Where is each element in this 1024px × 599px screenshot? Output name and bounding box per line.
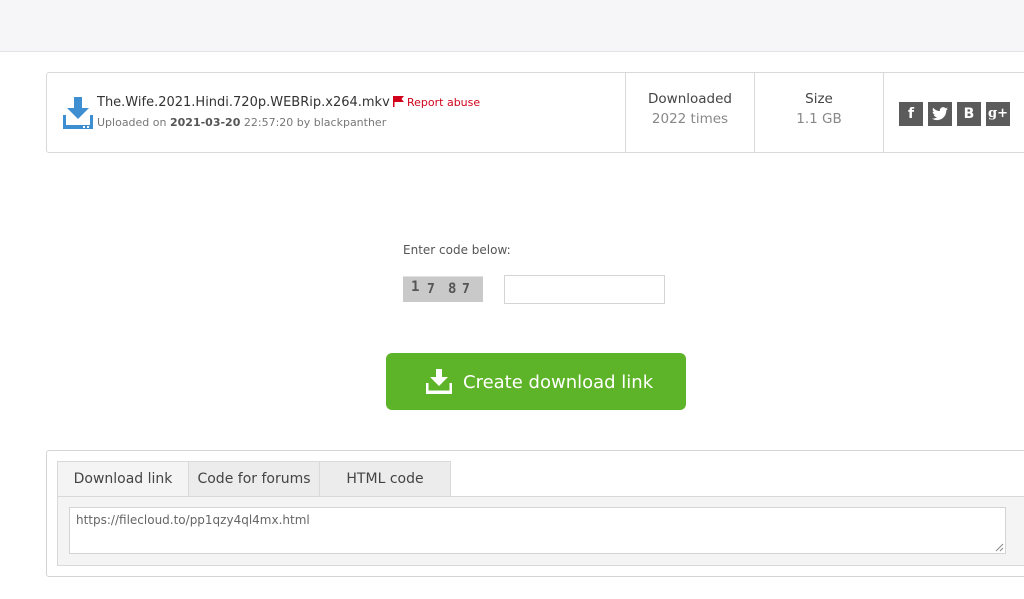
facebook-icon[interactable]: f	[899, 102, 923, 126]
flag-icon	[393, 96, 404, 107]
captcha-digit: 7	[462, 282, 470, 297]
vk-letter: B	[963, 106, 975, 122]
link-share-panel: Download link Code for forums HTML code …	[46, 450, 1024, 577]
social-share: f B g+	[883, 73, 1024, 152]
file-info-panel: The.Wife.2021.Hindi.720p.WEBRip.x264.mkv…	[46, 72, 1024, 153]
size-value: 1.1 GB	[796, 111, 842, 127]
vk-icon[interactable]: B	[957, 102, 981, 126]
report-abuse-label: Report abuse	[407, 96, 481, 109]
downloaded-stat: Downloaded 2022 times	[625, 73, 754, 152]
twitter-icon[interactable]	[928, 102, 952, 126]
create-download-link-button[interactable]: Create download link	[386, 353, 686, 410]
captcha-digit: 1	[411, 279, 420, 295]
captcha-digit: 7	[427, 282, 435, 297]
downloaded-label: Downloaded	[648, 91, 732, 107]
download-link-textarea[interactable]: https://filecloud.to/pp1qzy4ql4mx.html	[69, 507, 1006, 554]
upload-prefix: Uploaded on	[97, 116, 170, 129]
upload-time-user: 22:57:20 by blackpanther	[240, 116, 387, 129]
create-download-link-label: Create download link	[463, 372, 654, 393]
downloaded-value: 2022 times	[651, 111, 729, 127]
tab-download-link[interactable]: Download link	[57, 461, 189, 497]
size-stat: Size 1.1 GB	[754, 73, 883, 152]
resize-grip-icon[interactable]	[995, 543, 1004, 552]
tab-html-code[interactable]: HTML code	[319, 461, 451, 497]
top-bar	[0, 0, 1024, 52]
file-name: The.Wife.2021.Hindi.720p.WEBRip.x264.mkv	[97, 95, 390, 110]
tab-panel: https://filecloud.to/pp1qzy4ql4mx.html	[57, 496, 1024, 566]
google-plus-letter: g+	[988, 106, 1008, 121]
facebook-letter: f	[907, 106, 915, 122]
upload-info: Uploaded on 2021-03-20 22:57:20 by black…	[97, 116, 386, 129]
download-icon	[63, 97, 93, 129]
download-icon	[426, 369, 452, 394]
size-label: Size	[805, 91, 833, 107]
captcha-digit: 8	[448, 281, 457, 297]
upload-date: 2021-03-20	[170, 116, 241, 129]
google-plus-icon[interactable]: g+	[986, 102, 1010, 126]
tab-code-for-forums[interactable]: Code for forums	[188, 461, 320, 497]
report-abuse-link[interactable]: Report abuse	[393, 96, 480, 109]
captcha-input[interactable]	[504, 275, 665, 304]
captcha-label: Enter code below:	[403, 243, 511, 257]
captcha-image: 1 7 8 7	[403, 276, 483, 302]
